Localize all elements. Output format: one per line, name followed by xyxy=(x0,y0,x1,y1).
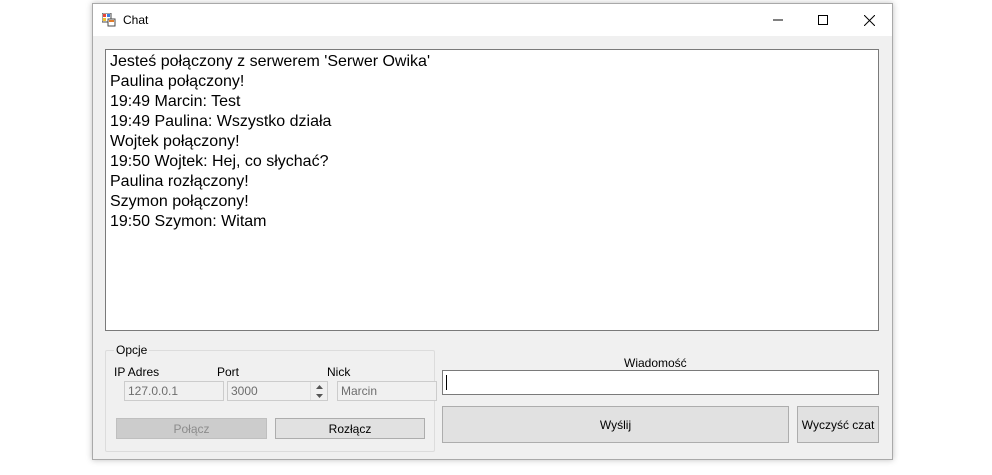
options-group: Opcje IP Adres 127.0.0.1 Port 3000 Nick … xyxy=(105,343,437,452)
nick-field[interactable]: Marcin xyxy=(337,381,437,401)
clear-chat-button[interactable]: Wyczyść czat xyxy=(797,406,879,443)
chat-line: 19:49 Marcin: Test xyxy=(110,93,241,110)
close-icon xyxy=(863,14,875,26)
minimize-icon xyxy=(773,19,783,21)
chat-line: 19:50 Wojtek: Hej, co słychać? xyxy=(110,153,329,170)
chat-line: Jesteś połączony z serwerem 'Serwer Owik… xyxy=(110,53,430,70)
port-label: Port xyxy=(217,365,240,379)
spin-down-icon[interactable] xyxy=(311,391,327,400)
message-label: Wiadomość xyxy=(624,356,687,370)
nick-label: Nick xyxy=(327,365,351,379)
options-group-label: Opcje xyxy=(114,343,150,357)
chat-log[interactable]: Jesteś połączony z serwerem 'Serwer Owik… xyxy=(105,49,879,331)
chat-line: Paulina połączony! xyxy=(110,73,245,90)
close-button[interactable] xyxy=(846,4,892,36)
chat-line: Szymon połączony! xyxy=(110,193,249,210)
chat-line: 19:49 Paulina: Wszystko działa xyxy=(110,113,332,130)
disconnect-button[interactable]: Rozłącz xyxy=(275,418,425,439)
app-icon xyxy=(102,13,116,27)
port-stepper[interactable]: 3000 xyxy=(227,381,328,401)
text-caret xyxy=(446,375,447,390)
port-spinner[interactable] xyxy=(310,382,327,400)
send-button[interactable]: Wyślij xyxy=(442,406,789,443)
connect-button[interactable]: Połącz xyxy=(116,418,267,439)
ip-address-field[interactable]: 127.0.0.1 xyxy=(124,381,224,401)
window-title: Chat xyxy=(123,13,149,27)
chat-window: Chat Jesteś połączony z serwerem 'Serwer… xyxy=(92,3,893,460)
chat-line: Wojtek połączony! xyxy=(110,133,240,150)
minimize-button[interactable] xyxy=(755,4,801,36)
chat-line: 19:50 Szymon: Witam xyxy=(110,213,267,230)
maximize-button[interactable] xyxy=(800,4,846,36)
title-bar[interactable]: Chat xyxy=(93,4,892,36)
port-value: 3000 xyxy=(231,384,258,398)
ip-label: IP Adres xyxy=(114,365,160,379)
spin-up-icon[interactable] xyxy=(311,382,327,391)
maximize-icon xyxy=(818,15,828,25)
message-input[interactable] xyxy=(442,370,879,395)
chat-line: Paulina rozłączony! xyxy=(110,173,249,190)
